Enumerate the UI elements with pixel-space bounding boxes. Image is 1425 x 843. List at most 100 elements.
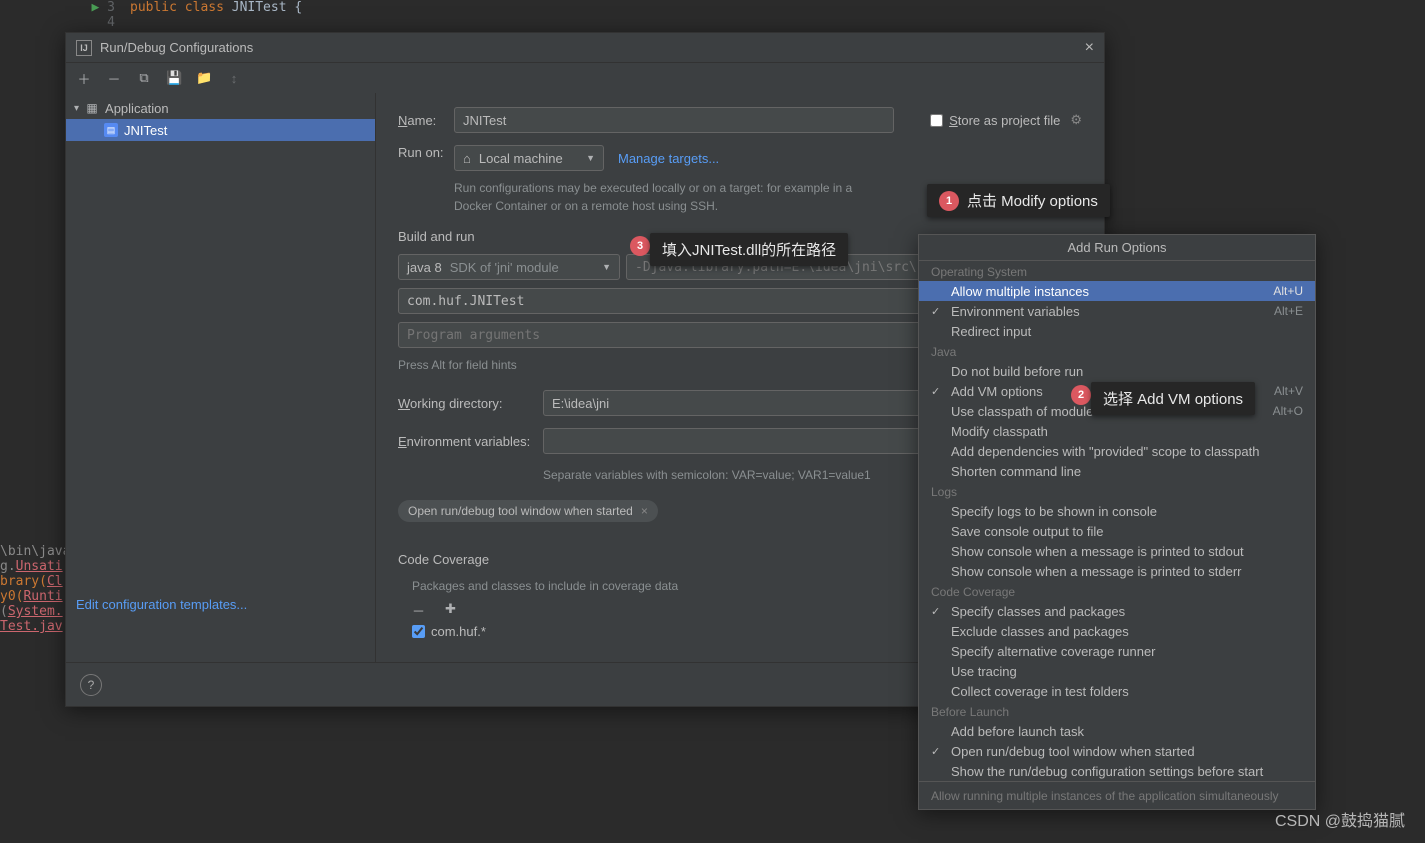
- folder-config-button[interactable]: 📁: [196, 70, 212, 86]
- badge-2-icon: 2: [1071, 385, 1091, 405]
- annotation-3: 填入JNITest.dll的所在路径: [650, 233, 848, 266]
- run-target-dropdown[interactable]: ⌂ Local machine ▼: [454, 145, 604, 171]
- popup-item[interactable]: ✓ Specify classes and packages: [919, 601, 1315, 621]
- popup-item[interactable]: Use tracing: [919, 661, 1315, 681]
- check-icon: ✓: [931, 305, 940, 318]
- config-tree[interactable]: ▾ ▦ Application ▤ JNITest Edit configura…: [66, 93, 376, 662]
- editor-gutter: ▶ 3 4: [0, 0, 130, 30]
- gear-icon[interactable]: ⚙: [1070, 112, 1082, 128]
- dialog-titlebar[interactable]: IJ Run/Debug Configurations ×: [66, 33, 1104, 63]
- watermark: CSDN @鼓捣猫腻: [1275, 807, 1405, 831]
- coverage-remove-button[interactable]: －: [412, 601, 425, 620]
- copy-config-button[interactable]: ⧉: [136, 70, 152, 86]
- popup-item[interactable]: Allow multiple instances Alt+U: [919, 281, 1315, 301]
- popup-item-label: Open run/debug tool window when started: [951, 744, 1195, 759]
- popup-item[interactable]: Redirect input: [919, 321, 1315, 341]
- store-project-checkbox[interactable]: [930, 114, 943, 127]
- env-vars-label: Environment variables:: [398, 434, 543, 449]
- popup-group-label: Code Coverage: [919, 581, 1315, 601]
- save-config-button[interactable]: 💾: [166, 70, 182, 86]
- popup-item-label: Modify classpath: [951, 424, 1048, 439]
- config-toolbar: ＋ － ⧉ 💾 📁 ↕: [66, 63, 1104, 93]
- coverage-item-checkbox[interactable]: [412, 625, 425, 638]
- popup-item[interactable]: ✓ Open run/debug tool window when started: [919, 741, 1315, 761]
- popup-item-shortcut: Alt+E: [1274, 304, 1303, 318]
- popup-item-label: Add dependencies with "provided" scope t…: [951, 444, 1259, 459]
- popup-title: Add Run Options: [919, 235, 1315, 261]
- add-config-button[interactable]: ＋: [76, 69, 92, 88]
- tree-node-label: JNITest: [124, 123, 167, 138]
- chevron-down-icon[interactable]: ▾: [74, 103, 79, 114]
- popup-item-shortcut: Alt+O: [1273, 404, 1303, 418]
- app-icon: IJ: [76, 40, 92, 56]
- popup-item-label: Add before launch task: [951, 724, 1084, 739]
- remove-tag-icon[interactable]: ×: [641, 504, 648, 518]
- tool-window-tag[interactable]: Open run/debug tool window when started …: [398, 500, 658, 522]
- popup-footer: Allow running multiple instances of the …: [919, 781, 1315, 809]
- editor-code: public class JNITest {: [130, 0, 1425, 15]
- popup-item-label: Redirect input: [951, 324, 1031, 339]
- popup-item-label: Shorten command line: [951, 464, 1081, 479]
- working-dir-label: Working directory:: [398, 396, 543, 411]
- popup-item[interactable]: Add before launch task: [919, 721, 1315, 741]
- remove-config-button[interactable]: －: [106, 69, 122, 88]
- chevron-down-icon: ▼: [602, 262, 611, 272]
- popup-item-label: Add VM options: [951, 384, 1043, 399]
- name-input[interactable]: [454, 107, 894, 133]
- tree-node-jnitest[interactable]: ▤ JNITest: [66, 119, 375, 141]
- close-icon[interactable]: ×: [1085, 39, 1094, 57]
- popup-item-label: Exclude classes and packages: [951, 624, 1129, 639]
- popup-item[interactable]: Show the run/debug configuration setting…: [919, 761, 1315, 781]
- popup-item-label: Show console when a message is printed t…: [951, 544, 1244, 559]
- popup-item[interactable]: Show console when a message is printed t…: [919, 541, 1315, 561]
- popup-item-label: Save console output to file: [951, 524, 1104, 539]
- popup-item-label: Do not build before run: [951, 364, 1083, 379]
- popup-item[interactable]: Show console when a message is printed t…: [919, 561, 1315, 581]
- home-icon: ⌂: [463, 151, 471, 166]
- popup-item-label: Specify alternative coverage runner: [951, 644, 1156, 659]
- popup-item[interactable]: Collect coverage in test folders: [919, 681, 1315, 701]
- popup-item-label: Allow multiple instances: [951, 284, 1089, 299]
- jdk-dropdown[interactable]: java 8 SDK of 'jni' module ▼: [398, 254, 620, 280]
- annotation-2: 选择 Add VM options: [1091, 382, 1255, 415]
- popup-item-label: Specify logs to be shown in console: [951, 504, 1157, 519]
- run-on-label: Run on:: [398, 145, 454, 160]
- chevron-down-icon: ▼: [586, 153, 595, 163]
- move-config-button: ↕: [226, 71, 242, 86]
- popup-item[interactable]: Save console output to file: [919, 521, 1315, 541]
- run-on-hint: Run configurations may be executed local…: [454, 179, 874, 215]
- popup-item[interactable]: Do not build before run: [919, 361, 1315, 381]
- check-icon: ✓: [931, 745, 940, 758]
- popup-item[interactable]: Shorten command line: [919, 461, 1315, 481]
- popup-item-shortcut: Alt+U: [1273, 284, 1303, 298]
- popup-item[interactable]: Modify classpath: [919, 421, 1315, 441]
- popup-item-label: Use classpath of module: [951, 404, 1093, 419]
- popup-item-label: Show console when a message is printed t…: [951, 564, 1242, 579]
- popup-item-label: Collect coverage in test folders: [951, 684, 1129, 699]
- run-gutter-icon[interactable]: ▶: [92, 0, 100, 15]
- popup-item[interactable]: ✓ Environment variables Alt+E: [919, 301, 1315, 321]
- application-icon: ▦: [85, 101, 99, 115]
- popup-item[interactable]: Add dependencies with "provided" scope t…: [919, 441, 1315, 461]
- popup-group-label: Before Launch: [919, 701, 1315, 721]
- java-config-icon: ▤: [104, 123, 118, 137]
- popup-group-label: Java: [919, 341, 1315, 361]
- coverage-add-button[interactable]: ✚: [445, 601, 456, 620]
- badge-3-icon: 3: [630, 236, 650, 256]
- popup-item-shortcut: Alt+V: [1274, 384, 1303, 398]
- popup-item-label: Show the run/debug configuration setting…: [951, 764, 1263, 779]
- check-icon: ✓: [931, 605, 940, 618]
- help-button[interactable]: ?: [80, 674, 102, 696]
- popup-item[interactable]: Specify logs to be shown in console: [919, 501, 1315, 521]
- annotation-1: 1 点击 Modify options: [927, 184, 1110, 217]
- tree-node-label: Application: [105, 101, 169, 116]
- popup-item-label: Environment variables: [951, 304, 1080, 319]
- tree-node-application[interactable]: ▾ ▦ Application: [66, 97, 375, 119]
- popup-item[interactable]: Specify alternative coverage runner: [919, 641, 1315, 661]
- add-run-options-popup[interactable]: Add Run Options Operating SystemAllow mu…: [918, 234, 1316, 810]
- manage-targets-link[interactable]: Manage targets...: [618, 151, 719, 166]
- popup-item[interactable]: Exclude classes and packages: [919, 621, 1315, 641]
- edit-templates-link[interactable]: Edit configuration templates...: [76, 597, 247, 612]
- popup-item-label: Specify classes and packages: [951, 604, 1125, 619]
- popup-item-label: Use tracing: [951, 664, 1017, 679]
